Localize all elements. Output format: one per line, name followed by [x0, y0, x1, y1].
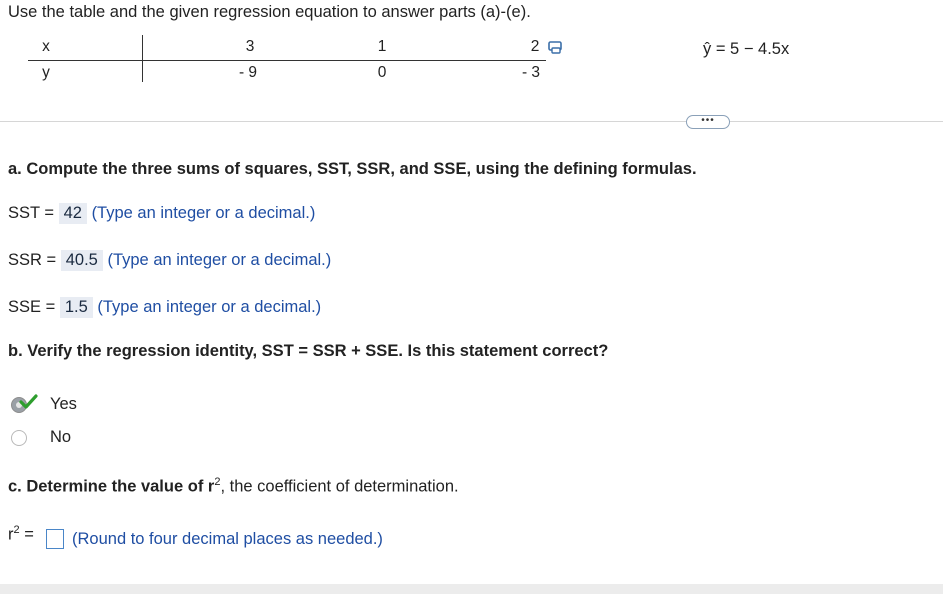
table-x-label: x [42, 38, 50, 55]
r2-input[interactable] [46, 529, 64, 549]
section-divider [0, 121, 943, 122]
check-icon [19, 394, 38, 409]
sst-row: SST = 42 (Type an integer or a decimal.) [8, 203, 315, 224]
sst-hint: (Type an integer or a decimal.) [91, 204, 316, 222]
sse-answer[interactable]: 1.5 [59, 297, 93, 318]
table-y-value: - 3 [521, 64, 541, 81]
r2-hint: (Round to four decimal places as needed.… [72, 530, 383, 548]
part-a-text: a. Compute the three sums of squares, SS… [8, 160, 697, 178]
table-x-value: 3 [245, 38, 255, 55]
part-c-question: c. Determine the value of r2, the coeffi… [8, 476, 459, 497]
r2-equals: = [24, 525, 34, 544]
r2-sup: 2 [13, 524, 20, 536]
sse-hint: (Type an integer or a decimal.) [97, 298, 322, 316]
table-x-value: 1 [377, 38, 387, 55]
part-b-question: b. Verify the regression identity, SST =… [8, 342, 608, 361]
sst-label: SST = [8, 204, 55, 222]
ssr-hint: (Type an integer or a decimal.) [107, 251, 332, 269]
option-no-label[interactable]: No [50, 428, 71, 447]
more-button[interactable]: ••• [686, 115, 730, 129]
r2-label: r2 = [8, 524, 34, 545]
part-c-text-post: , the coefficient of determination. [220, 477, 459, 496]
table-y-value: 0 [377, 64, 387, 81]
part-a-question: a. Compute the three sums of squares, SS… [8, 160, 697, 179]
ssr-label: SSR = [8, 251, 57, 269]
table-y-value: - 9 [238, 64, 258, 81]
sse-label: SSE = [8, 298, 56, 316]
table-y-label: y [42, 64, 50, 81]
footer-bar [0, 584, 943, 594]
ssr-row: SSR = 40.5 (Type an integer or a decimal… [8, 250, 331, 271]
intro-text: Use the table and the given regression e… [8, 3, 531, 21]
radio-no[interactable] [11, 430, 27, 446]
sse-row: SSE = 1.5 (Type an integer or a decimal.… [8, 297, 321, 318]
table-divider-vertical [142, 35, 143, 82]
sst-answer[interactable]: 42 [58, 203, 87, 224]
table-divider-horizontal [28, 60, 546, 61]
part-b-text: b. Verify the regression identity, SST =… [8, 342, 609, 360]
ssr-answer[interactable]: 40.5 [60, 250, 103, 271]
copy-icon[interactable] [546, 38, 564, 56]
part-c-text-pre: c. Determine the value of r [8, 477, 215, 496]
option-yes-label[interactable]: Yes [50, 395, 77, 414]
regression-equation: ŷ = 5 − 4.5x [703, 40, 790, 58]
